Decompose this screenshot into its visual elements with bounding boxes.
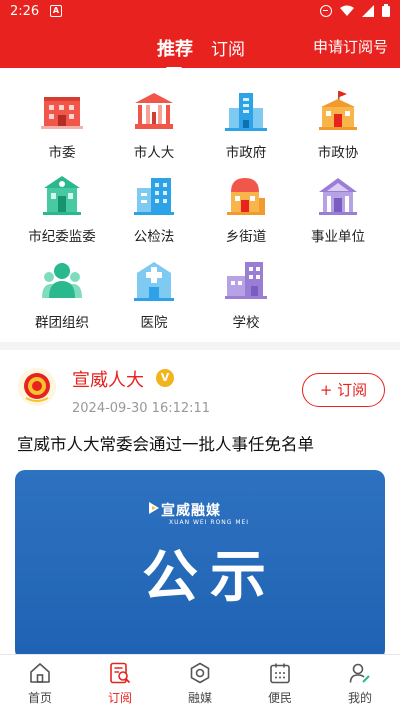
notification-a-icon: A [50, 5, 62, 17]
office-icon [134, 178, 174, 215]
category-item-municipal-government[interactable]: 市政府 [200, 90, 292, 161]
hospital-icon [134, 262, 174, 301]
do-not-disturb-icon [320, 4, 332, 17]
category-label: 群团组织 [35, 315, 89, 331]
category-item-township-street[interactable]: 乡街道 [200, 174, 292, 245]
post-card[interactable]: 宣威人大 V 2024-09-30 16:12:11 + 订阅 宣威市人大常委会… [0, 350, 400, 660]
category-grid: 市委 市人大 市政府 市政协 市纪委监委 公检法 乡街道 事业单位 群团组织 医… [0, 68, 400, 342]
profile-icon [349, 663, 370, 683]
banner-brand: 宣威融媒 [161, 503, 221, 519]
category-label: 事业单位 [311, 229, 365, 245]
category-item-school[interactable]: 学校 [200, 260, 292, 331]
tab-media[interactable]: 融媒 [165, 661, 235, 706]
avatar[interactable] [18, 368, 56, 406]
category-label: 公检法 [133, 229, 175, 245]
tab-label: 我的 [347, 691, 372, 705]
category-label: 市政府 [225, 145, 267, 161]
tab-profile[interactable]: 我的 [325, 661, 395, 706]
category-item-procuratorate-court[interactable]: 公检法 [108, 174, 200, 245]
category-item-peoples-congress[interactable]: 市人大 [108, 90, 200, 161]
tab-label: 便民 [267, 691, 292, 705]
category-item-cppcc[interactable]: 市政协 [292, 90, 384, 161]
category-label: 学校 [232, 315, 260, 331]
wifi-icon [340, 5, 354, 16]
status-bar: 2:26 A [0, 0, 400, 24]
tab-label: 订阅 [107, 691, 132, 705]
hall-icon [135, 93, 173, 129]
tab-subscribe-bottom[interactable]: 订阅 [85, 661, 155, 706]
post-date: 2024-09-30 16:12:11 [72, 401, 211, 416]
category-label: 医院 [140, 315, 168, 331]
category-label: 市纪委监委 [28, 229, 96, 245]
brand-logo-icon [149, 502, 159, 514]
category-label: 市人大 [133, 145, 175, 161]
tab-convenience[interactable]: 便民 [245, 661, 315, 706]
government-icon [225, 93, 267, 131]
tab-label: 融媒 [187, 691, 212, 705]
subscribe-button[interactable]: + 订阅 [302, 373, 385, 407]
group-icon [42, 263, 82, 298]
school-icon [225, 262, 267, 299]
home-icon [30, 663, 50, 683]
category-item-mass-organization[interactable]: 群团组织 [16, 260, 108, 331]
signal-icon [362, 4, 374, 17]
top-header: 推荐 订阅 申请订阅号 [0, 24, 400, 70]
tab-home[interactable]: 首页 [5, 661, 75, 706]
post-headline[interactable]: 宣威市人大常委会通过一批人事任免名单 [17, 431, 314, 455]
house-icon [43, 176, 81, 215]
status-icons [320, 4, 390, 17]
apply-subscription-link[interactable]: 申请订阅号 [313, 36, 388, 57]
banner-brand-sub: XUAN WEI RONG MEI [169, 519, 250, 526]
post-source-name[interactable]: 宣威人大 [72, 366, 144, 392]
building-icon [41, 97, 83, 129]
tab-subscribe[interactable]: 订阅 [211, 35, 245, 60]
section-divider [0, 342, 400, 350]
category-item-municipal-committee[interactable]: 市委 [16, 90, 108, 161]
category-label: 乡街道 [225, 229, 267, 245]
verified-badge: V [156, 369, 174, 387]
battery-icon [382, 4, 390, 17]
subscribe-icon [110, 662, 131, 684]
category-item-public-institution[interactable]: 事业单位 [292, 174, 384, 245]
category-item-discipline-inspection[interactable]: 市纪委监委 [16, 174, 108, 245]
status-time: 2:26 [10, 4, 40, 19]
category-label: 市委 [48, 145, 76, 161]
category-label: 市政协 [317, 145, 359, 161]
town-icon [227, 178, 265, 215]
flag-building-icon [319, 91, 357, 130]
post-banner-image[interactable]: 宣威融媒 XUAN WEI RONG MEI 公示 [15, 470, 385, 660]
bottom-tab-bar: 首页 订阅 融媒 便民 我的 [0, 654, 400, 711]
banner-notice-text: 公示 [142, 545, 278, 610]
tab-recommend[interactable]: 推荐 [157, 35, 193, 70]
tab-label: 首页 [27, 691, 52, 705]
media-icon [190, 662, 210, 684]
category-item-hospital[interactable]: 医院 [108, 260, 200, 331]
institution-icon [319, 178, 357, 215]
calendar-icon [270, 663, 290, 684]
